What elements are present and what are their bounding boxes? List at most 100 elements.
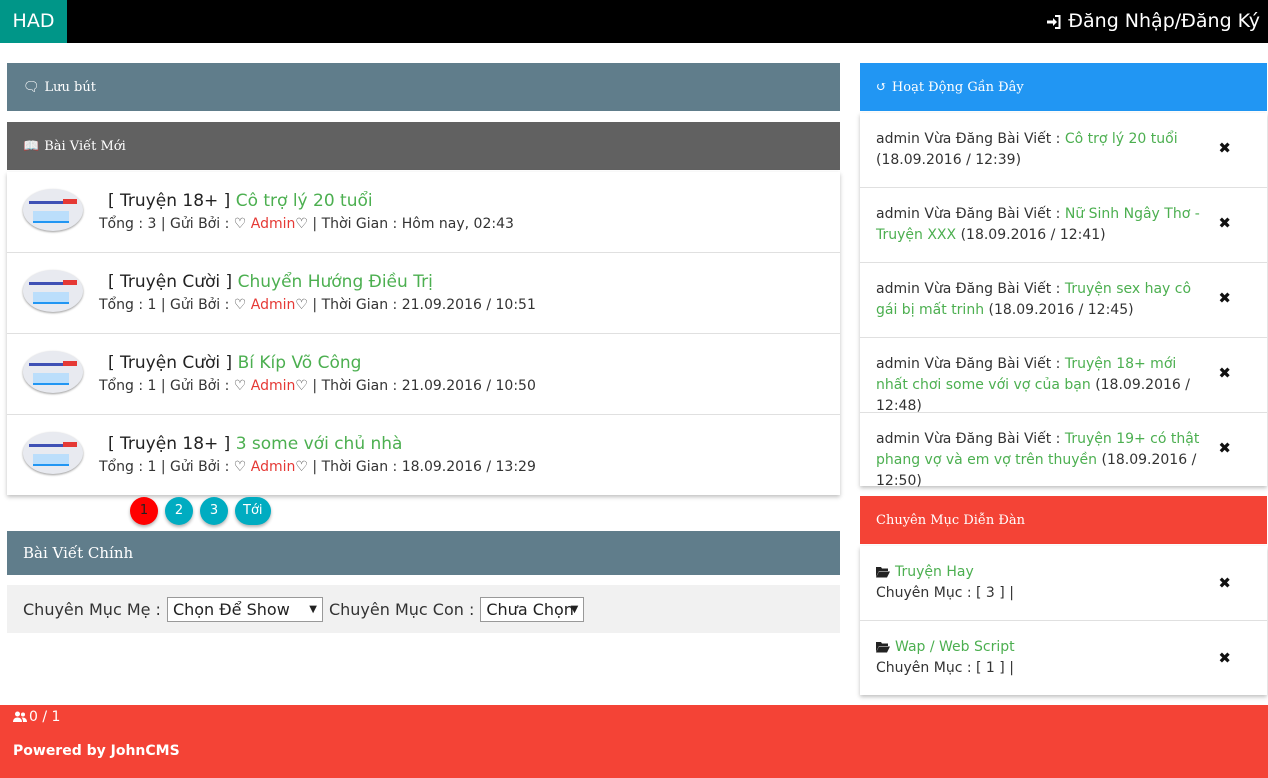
post-meta: Tổng : 1 | Gửi Bởi : ♡ Admin♡ | Thời Gia…: [99, 378, 536, 394]
main-posts-header: Bài Viết Chính: [7, 531, 840, 575]
recent-activity-title: Hoạt Động Gần Đây: [891, 79, 1024, 95]
post-title-link[interactable]: 3 some với chủ nhà: [236, 434, 403, 454]
folder-open-icon: [876, 567, 890, 578]
activity-time: (18.09.2016 / 12:39): [876, 152, 1022, 168]
category-name: Wap / Web Script: [895, 639, 1015, 655]
activity-prefix: admin Vừa Đăng Bài Viết :: [876, 281, 1065, 297]
activity-text: admin Vừa Đăng Bài Viết : Truyện 19+ có …: [876, 429, 1211, 492]
parent-category-value: Chọn Để Show: [172, 599, 290, 619]
next-page-button[interactable]: Tới: [235, 497, 271, 525]
category-link[interactable]: Truyện Hay: [876, 564, 974, 580]
forum-categories-header: Chuyên Mục Diễn Đàn: [860, 496, 1267, 544]
post-author-link[interactable]: Admin: [251, 297, 296, 313]
heart-right-icon: ♡: [295, 378, 308, 394]
folder-open-icon: [876, 642, 890, 653]
sign-in-icon: [1047, 14, 1061, 29]
online-users[interactable]: 0 / 1: [13, 709, 60, 725]
post-thumbnail[interactable]: [23, 270, 83, 312]
close-icon[interactable]: ✖: [1218, 139, 1231, 157]
post-thumbnail[interactable]: [23, 189, 83, 231]
post-title-link[interactable]: Cô trợ lý 20 tuổi: [236, 191, 373, 211]
child-category-select[interactable]: Chưa Chọn ▼: [480, 596, 585, 622]
post-thumbnail[interactable]: [23, 432, 83, 474]
heart-right-icon: ♡: [295, 216, 308, 232]
dropdown-arrow-icon: ▼: [309, 603, 317, 615]
post-title-link[interactable]: Bí Kíp Võ Công: [238, 353, 362, 373]
post-meta: Tổng : 3 | Gửi Bởi : ♡ Admin♡ | Thời Gia…: [99, 216, 514, 232]
post-meta-suffix: | Thời Gian : Hôm nay, 02:43: [307, 216, 514, 232]
guestbook-header[interactable]: 🗨 Lưu bút: [7, 63, 840, 111]
close-icon[interactable]: ✖: [1218, 364, 1231, 382]
forum-categories-title: Chuyên Mục Diễn Đàn: [876, 512, 1026, 528]
close-icon[interactable]: ✖: [1218, 289, 1231, 307]
post-category: [ Truyện 18+ ]: [108, 191, 231, 211]
close-icon[interactable]: ✖: [1218, 574, 1231, 592]
activity-text: admin Vừa Đăng Bài Viết : Cô trợ lý 20 t…: [876, 129, 1211, 171]
post-category: [ Truyện Cười ]: [108, 272, 233, 292]
heart-right-icon: ♡: [295, 297, 308, 313]
category-item: Truyện Hay Chuyên Mục : [ 3 ] | ✖: [860, 546, 1267, 621]
post-meta-suffix: | Thời Gian : 18.09.2016 / 13:29: [307, 459, 536, 475]
category-filter: Chuyên Mục Mẹ : Chọn Để Show ▼ Chuyên Mụ…: [7, 585, 840, 633]
page-2-button[interactable]: 2: [165, 497, 193, 525]
footer: 0 / 1 Powered by JohnCMS: [0, 705, 1268, 778]
child-category-value: Chưa Chọn: [486, 599, 574, 619]
post-title-link[interactable]: Chuyển Hướng Điều Trị: [238, 272, 433, 292]
post-meta-prefix: Tổng : 1 | Gửi Bởi :: [99, 297, 234, 313]
post-meta: Tổng : 1 | Gửi Bởi : ♡ Admin♡ | Thời Gia…: [99, 459, 536, 475]
post-item: [ Truyện Cười ] Chuyển Hướng Điều Trị Tổ…: [7, 253, 840, 334]
post-meta-prefix: Tổng : 1 | Gửi Bởi :: [99, 378, 234, 394]
heart-left-icon: ♡: [233, 459, 247, 475]
post-meta-prefix: Tổng : 1 | Gửi Bởi :: [99, 459, 234, 475]
close-icon[interactable]: ✖: [1218, 214, 1231, 232]
child-category-label: Chuyên Mục Con :: [328, 599, 475, 619]
post-meta-suffix: | Thời Gian : 21.09.2016 / 10:50: [307, 378, 536, 394]
post-title-line: [ Truyện 18+ ] Cô trợ lý 20 tuổi: [108, 191, 373, 211]
close-icon[interactable]: ✖: [1218, 649, 1231, 667]
main-posts-title: Bài Viết Chính: [23, 544, 134, 562]
post-category: [ Truyện 18+ ]: [108, 434, 231, 454]
new-posts-list: [ Truyện 18+ ] Cô trợ lý 20 tuổi Tổng : …: [7, 172, 840, 495]
login-label: Đăng Nhập/Đăng Ký: [1068, 10, 1260, 32]
post-title-line: [ Truyện Cười ] Chuyển Hướng Điều Trị: [108, 272, 433, 292]
post-item: [ Truyện Cười ] Bí Kíp Võ Công Tổng : 1 …: [7, 334, 840, 415]
site-logo[interactable]: HAD: [0, 0, 67, 43]
post-meta-prefix: Tổng : 3 | Gửi Bởi :: [99, 216, 234, 232]
login-register-link[interactable]: Đăng Nhập/Đăng Ký: [1046, 0, 1260, 43]
post-thumbnail[interactable]: [23, 351, 83, 393]
parent-category-select[interactable]: Chọn Để Show ▼: [166, 596, 323, 622]
parent-category-label: Chuyên Mục Mẹ :: [23, 599, 161, 619]
forum-categories-list: Truyện Hay Chuyên Mục : [ 3 ] | ✖ Wap / …: [860, 546, 1267, 695]
post-title-line: [ Truyện 18+ ] 3 some với chủ nhà: [108, 434, 402, 454]
activity-prefix: admin Vừa Đăng Bài Viết :: [876, 206, 1065, 222]
post-author-link[interactable]: Admin: [251, 216, 296, 232]
online-count: 0 / 1: [29, 709, 61, 725]
users-icon: [13, 711, 27, 722]
heart-left-icon: ♡: [233, 216, 247, 232]
activity-item: admin Vừa Đăng Bài Viết : Truyện sex hay…: [860, 263, 1267, 338]
history-icon: ↺: [876, 79, 887, 95]
activity-post-link[interactable]: Cô trợ lý 20 tuổi: [1065, 131, 1178, 147]
post-author-link[interactable]: Admin: [251, 459, 296, 475]
activity-text: admin Vừa Đăng Bài Viết : Nữ Sinh Ngây T…: [876, 204, 1211, 246]
activity-prefix: admin Vừa Đăng Bài Viết :: [876, 356, 1065, 372]
category-meta: Chuyên Mục : [ 1 ] |: [876, 660, 1014, 676]
new-posts-title: Bài Viết Mới: [44, 138, 126, 154]
top-navbar: HAD Đăng Nhập/Đăng Ký: [0, 0, 1268, 43]
category-name: Truyện Hay: [895, 564, 974, 580]
activity-text: admin Vừa Đăng Bài Viết : Truyện 18+ mới…: [876, 354, 1211, 417]
activity-time: (18.09.2016 / 12:45): [988, 302, 1134, 318]
powered-by: Powered by JohnCMS: [13, 743, 180, 759]
category-link[interactable]: Wap / Web Script: [876, 639, 1015, 655]
post-item: [ Truyện 18+ ] Cô trợ lý 20 tuổi Tổng : …: [7, 172, 840, 253]
close-icon[interactable]: ✖: [1218, 439, 1231, 457]
activity-prefix: admin Vừa Đăng Bài Viết :: [876, 431, 1065, 447]
book-icon: 📖: [23, 138, 40, 154]
page-3-button[interactable]: 3: [200, 497, 228, 525]
page-1-button[interactable]: 1: [130, 497, 158, 525]
post-item: [ Truyện 18+ ] 3 some với chủ nhà Tổng :…: [7, 415, 840, 496]
heart-left-icon: ♡: [233, 297, 247, 313]
activity-time: (18.09.2016 / 12:41): [960, 227, 1106, 243]
post-author-link[interactable]: Admin: [251, 378, 296, 394]
post-meta: Tổng : 1 | Gửi Bởi : ♡ Admin♡ | Thời Gia…: [99, 297, 536, 313]
